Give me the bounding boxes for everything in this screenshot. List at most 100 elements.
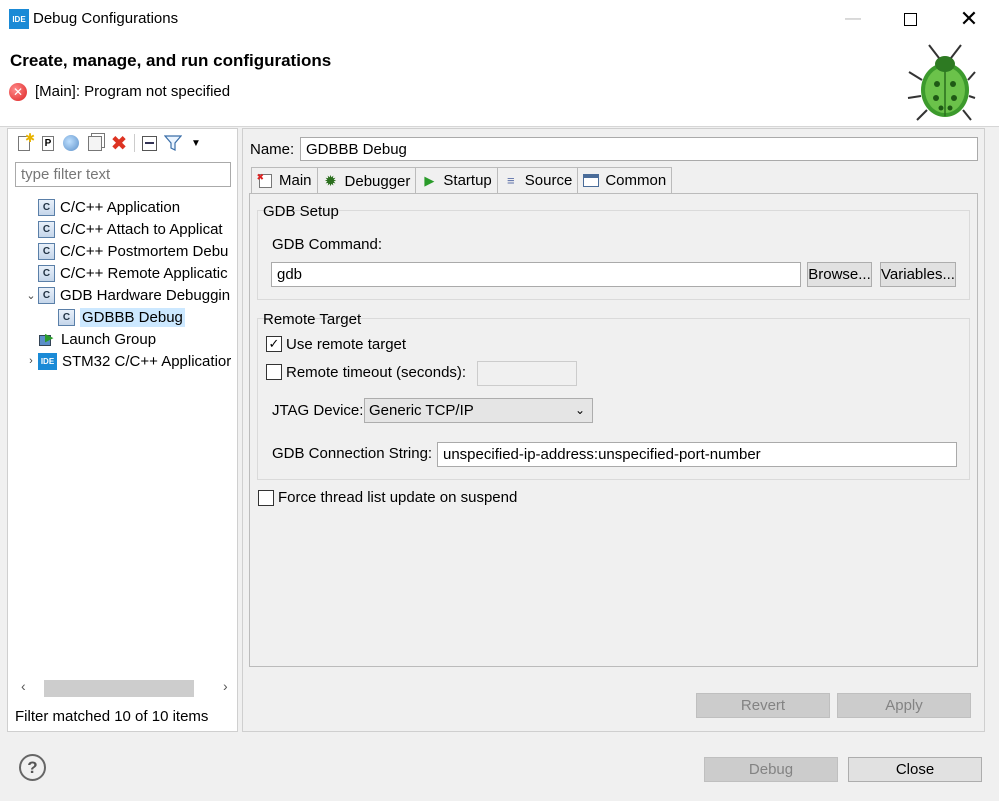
scrollbar-thumb[interactable] [44,680,194,697]
jtag-device-value: Generic TCP/IP [369,402,474,419]
revert-button[interactable]: Revert [696,693,830,718]
browse-button[interactable]: Browse... [807,262,872,287]
gdb-connection-input[interactable] [437,442,957,467]
configuration-editor: Name: ✖ Main ✹ Debugger ▶ Startup ≡ Sour… [242,128,985,732]
cpp-config-icon: C [38,198,55,216]
jtag-device-select[interactable]: Generic TCP/IP ⌄ [364,398,593,423]
tab-source[interactable]: ≡ Source [496,167,579,193]
window-title: Debug Configurations [33,10,179,27]
ide-app-icon: IDE [9,9,29,29]
tab-label: Main [279,172,312,189]
filter-status: Filter matched 10 of 10 items [15,708,209,725]
scroll-right-icon[interactable]: › [223,678,228,694]
error-message: [Main]: Program not specified [35,83,231,100]
close-button[interactable]: Close [848,757,982,782]
tab-debugger[interactable]: ✹ Debugger [316,167,417,194]
remote-timeout-input[interactable] [477,361,577,386]
remote-target-title: Remote Target [263,311,362,328]
header-divider [0,126,999,127]
dialog-header: Create, manage, and run configurations ✕… [0,38,999,126]
debug-button[interactable]: Debug [704,757,838,782]
tree-item-label: GDBBB Debug [80,307,185,327]
expanded-chevron-icon[interactable]: ⌄ [24,289,38,302]
apply-button[interactable]: Apply [837,693,971,718]
collapse-all-icon[interactable] [140,134,158,152]
tree-item-cpp-attach[interactable]: C C/C++ Attach to Applicat [24,218,223,240]
scroll-left-icon[interactable]: ‹ [21,678,26,694]
source-tree-icon: ≡ [506,173,515,188]
close-icon[interactable]: ✕ [946,0,992,38]
tree-item-stm32[interactable]: › IDE STM32 C/C++ Applicatior [24,350,231,372]
tab-label: Startup [443,172,492,189]
configuration-tree-panel: ✱ P ✖ ▼ C C/C++ Application C C/C++ Atta… [7,128,238,732]
name-label: Name: [250,141,295,158]
launch-group-icon: ▶ [38,331,56,348]
configuration-tree: C C/C++ Application C C/C++ Attach to Ap… [8,192,237,502]
jtag-device-label: JTAG Device: [272,402,364,419]
tree-item-gdb-hardware[interactable]: ⌄ C GDB Hardware Debuggin [24,284,230,306]
gdb-command-label: GDB Command: [272,236,383,253]
tree-item-label: C/C++ Remote Applicatic [60,264,228,282]
maximize-icon[interactable] [887,0,933,38]
debugger-bug-icon: ✹ [324,173,337,190]
collapsed-chevron-icon[interactable]: › [24,355,38,367]
startup-play-icon: ▶ [424,172,435,188]
tree-item-label: STM32 C/C++ Applicatior [62,352,232,370]
remote-timeout-label: Remote timeout (seconds): [286,364,467,381]
new-prototype-icon[interactable]: P [39,134,57,152]
variables-button[interactable]: Variables... [880,262,956,287]
tab-startup[interactable]: ▶ Startup [415,167,498,193]
debugger-tab-content: GDB Setup GDB Command: Browse... Variabl… [249,193,978,667]
cpp-config-icon: C [38,220,55,238]
tree-toolbar: ✱ P ✖ ▼ [8,129,237,157]
cpp-config-icon: C [38,286,55,304]
gdb-connection-label: GDB Connection String: [272,445,433,462]
force-thread-update-checkbox[interactable] [258,490,274,506]
name-input[interactable] [300,137,978,161]
gdb-command-input[interactable] [271,262,801,287]
tree-item-label: C/C++ Application [60,198,181,216]
tree-item-label: GDB Hardware Debuggin [60,286,231,304]
delete-icon[interactable]: ✖ [110,133,128,155]
filter-input[interactable] [15,162,231,187]
export-icon[interactable] [62,134,80,152]
error-icon: ✕ [9,83,27,101]
title-bar: IDE Debug Configurations — ✕ [0,0,999,38]
use-remote-target-label: Use remote target [286,336,407,353]
duplicate-icon[interactable] [86,134,104,152]
tab-main[interactable]: ✖ Main [251,167,318,193]
horizontal-scrollbar[interactable]: ‹ › [18,677,234,697]
common-table-icon [582,173,600,189]
tab-label: Debugger [344,172,411,190]
tab-common[interactable]: Common [577,167,673,193]
remote-timeout-checkbox[interactable] [266,364,282,380]
view-menu-icon[interactable]: ▼ [187,134,205,152]
new-configuration-icon[interactable]: ✱ [15,131,35,152]
tree-item-cpp-remote[interactable]: C C/C++ Remote Applicatic [24,262,228,284]
toolbar-separator [134,134,135,152]
main-tab-icon: ✖ [256,172,274,189]
tree-item-label: Launch Group [61,330,157,348]
config-tabs: ✖ Main ✹ Debugger ▶ Startup ≡ Source Com… [251,167,673,194]
chevron-down-icon: ⌄ [574,403,585,417]
force-thread-update-label: Force thread list update on suspend [278,489,518,506]
tree-item-cpp-postmortem[interactable]: C C/C++ Postmortem Debu [24,240,228,262]
minimize-icon[interactable]: — [830,0,876,38]
tree-item-gdbbb-debug[interactable]: C GDBBB Debug [58,306,185,328]
tree-item-label: C/C++ Postmortem Debu [60,242,229,260]
tree-item-launch-group[interactable]: ▶ Launch Group [24,328,156,350]
tab-label: Common [605,172,667,189]
cpp-config-icon: C [38,264,55,282]
cpp-config-icon: C [58,308,75,326]
use-remote-target-checkbox[interactable]: ✓ [266,336,282,352]
cpp-config-icon: C [38,242,55,260]
gdb-setup-title: GDB Setup [263,203,339,220]
tab-label: Source [524,172,573,189]
tree-item-cpp-application[interactable]: C C/C++ Application [24,196,180,218]
filter-icon[interactable] [164,134,182,152]
debug-bug-icon [907,44,976,121]
tree-item-label: C/C++ Attach to Applicat [60,220,223,238]
dialog-heading: Create, manage, and run configurations [10,51,332,70]
help-icon[interactable]: ? [19,754,46,781]
stm32-ide-icon: IDE [38,352,57,370]
